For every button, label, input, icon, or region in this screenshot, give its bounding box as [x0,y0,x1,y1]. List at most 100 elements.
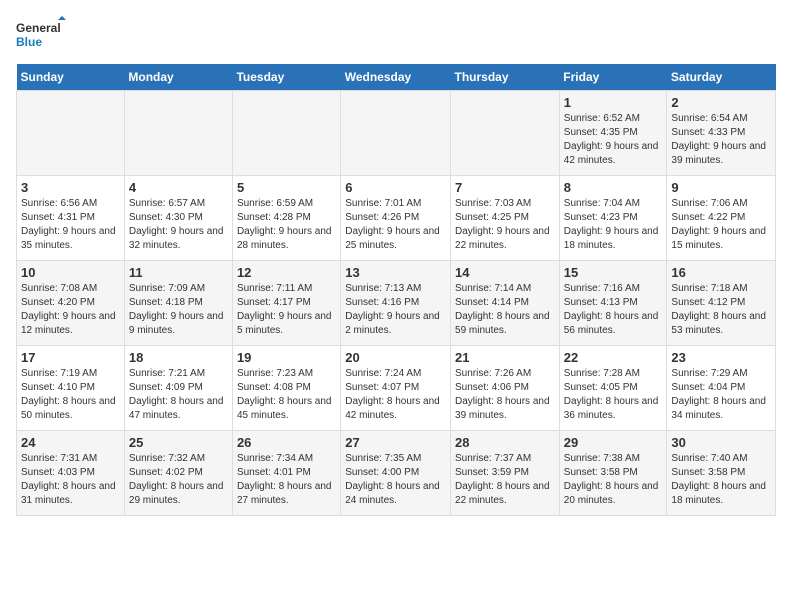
day-info: Sunrise: 7:31 AM Sunset: 4:03 PM Dayligh… [21,452,120,508]
calendar-cell [124,91,232,176]
calendar-week-1: 3 Sunrise: 6:56 AM Sunset: 4:31 PM Daylig… [17,176,776,261]
day-info: Sunrise: 6:52 AM Sunset: 4:35 PM Dayligh… [564,112,663,168]
calendar-cell: 16 Sunrise: 7:18 AM Sunset: 4:12 PM Dayli… [667,261,776,346]
calendar-body: 1 Sunrise: 6:52 AM Sunset: 4:35 PM Daylig… [17,91,776,516]
calendar-week-3: 17 Sunrise: 7:19 AM Sunset: 4:10 PM Dayli… [17,346,776,431]
page-header: General Blue [16,16,776,56]
calendar-cell: 18 Sunrise: 7:21 AM Sunset: 4:09 PM Dayli… [124,346,232,431]
header-saturday: Saturday [667,64,776,91]
calendar-cell: 28 Sunrise: 7:37 AM Sunset: 3:59 PM Dayli… [451,431,560,516]
calendar-cell [17,91,125,176]
day-info: Sunrise: 7:40 AM Sunset: 3:58 PM Dayligh… [671,452,771,508]
calendar-cell: 8 Sunrise: 7:04 AM Sunset: 4:23 PM Daylig… [559,176,667,261]
day-number: 10 [21,265,120,280]
calendar-cell: 4 Sunrise: 6:57 AM Sunset: 4:30 PM Daylig… [124,176,232,261]
day-info: Sunrise: 7:18 AM Sunset: 4:12 PM Dayligh… [671,282,771,338]
calendar-cell: 5 Sunrise: 6:59 AM Sunset: 4:28 PM Daylig… [232,176,340,261]
day-info: Sunrise: 7:14 AM Sunset: 4:14 PM Dayligh… [455,282,555,338]
day-number: 13 [345,265,446,280]
day-number: 30 [671,435,771,450]
day-info: Sunrise: 7:19 AM Sunset: 4:10 PM Dayligh… [21,367,120,423]
calendar-week-4: 24 Sunrise: 7:31 AM Sunset: 4:03 PM Dayli… [17,431,776,516]
day-number: 19 [237,350,336,365]
header-tuesday: Tuesday [232,64,340,91]
calendar-cell: 24 Sunrise: 7:31 AM Sunset: 4:03 PM Dayli… [17,431,125,516]
day-info: Sunrise: 7:03 AM Sunset: 4:25 PM Dayligh… [455,197,555,253]
header-row: SundayMondayTuesdayWednesdayThursdayFrid… [17,64,776,91]
day-info: Sunrise: 7:37 AM Sunset: 3:59 PM Dayligh… [455,452,555,508]
day-info: Sunrise: 7:28 AM Sunset: 4:05 PM Dayligh… [564,367,663,423]
header-thursday: Thursday [451,64,560,91]
calendar-cell: 19 Sunrise: 7:23 AM Sunset: 4:08 PM Dayli… [232,346,340,431]
day-number: 6 [345,180,446,195]
calendar-cell: 23 Sunrise: 7:29 AM Sunset: 4:04 PM Dayli… [667,346,776,431]
calendar-cell: 14 Sunrise: 7:14 AM Sunset: 4:14 PM Dayli… [451,261,560,346]
calendar-week-2: 10 Sunrise: 7:08 AM Sunset: 4:20 PM Dayli… [17,261,776,346]
day-number: 21 [455,350,555,365]
day-number: 3 [21,180,120,195]
header-sunday: Sunday [17,64,125,91]
day-info: Sunrise: 6:59 AM Sunset: 4:28 PM Dayligh… [237,197,336,253]
logo-svg: General Blue [16,16,66,56]
day-info: Sunrise: 7:29 AM Sunset: 4:04 PM Dayligh… [671,367,771,423]
calendar-cell: 27 Sunrise: 7:35 AM Sunset: 4:00 PM Dayli… [341,431,451,516]
day-info: Sunrise: 7:06 AM Sunset: 4:22 PM Dayligh… [671,197,771,253]
day-number: 1 [564,95,663,110]
calendar-table: SundayMondayTuesdayWednesdayThursdayFrid… [16,64,776,516]
day-number: 25 [129,435,228,450]
calendar-cell: 15 Sunrise: 7:16 AM Sunset: 4:13 PM Dayli… [559,261,667,346]
day-number: 26 [237,435,336,450]
calendar-cell: 7 Sunrise: 7:03 AM Sunset: 4:25 PM Daylig… [451,176,560,261]
day-number: 14 [455,265,555,280]
calendar-cell [451,91,560,176]
day-info: Sunrise: 7:08 AM Sunset: 4:20 PM Dayligh… [21,282,120,338]
day-number: 7 [455,180,555,195]
day-info: Sunrise: 6:56 AM Sunset: 4:31 PM Dayligh… [21,197,120,253]
day-info: Sunrise: 7:32 AM Sunset: 4:02 PM Dayligh… [129,452,228,508]
day-number: 4 [129,180,228,195]
calendar-cell: 30 Sunrise: 7:40 AM Sunset: 3:58 PM Dayli… [667,431,776,516]
day-number: 12 [237,265,336,280]
day-number: 11 [129,265,228,280]
calendar-cell: 26 Sunrise: 7:34 AM Sunset: 4:01 PM Dayli… [232,431,340,516]
day-info: Sunrise: 6:57 AM Sunset: 4:30 PM Dayligh… [129,197,228,253]
day-info: Sunrise: 7:11 AM Sunset: 4:17 PM Dayligh… [237,282,336,338]
day-number: 15 [564,265,663,280]
day-number: 18 [129,350,228,365]
calendar-cell: 10 Sunrise: 7:08 AM Sunset: 4:20 PM Dayli… [17,261,125,346]
day-number: 24 [21,435,120,450]
header-friday: Friday [559,64,667,91]
calendar-cell: 21 Sunrise: 7:26 AM Sunset: 4:06 PM Dayli… [451,346,560,431]
day-number: 28 [455,435,555,450]
day-number: 16 [671,265,771,280]
day-info: Sunrise: 7:26 AM Sunset: 4:06 PM Dayligh… [455,367,555,423]
calendar-cell [341,91,451,176]
header-wednesday: Wednesday [341,64,451,91]
day-info: Sunrise: 7:04 AM Sunset: 4:23 PM Dayligh… [564,197,663,253]
day-info: Sunrise: 7:24 AM Sunset: 4:07 PM Dayligh… [345,367,446,423]
calendar-cell: 6Sunrise: 7:01 AM Sunset: 4:26 PM Daylig… [341,176,451,261]
day-number: 23 [671,350,771,365]
day-info: Sunrise: 7:23 AM Sunset: 4:08 PM Dayligh… [237,367,336,423]
day-info: Sunrise: 7:38 AM Sunset: 3:58 PM Dayligh… [564,452,663,508]
calendar-cell: 1 Sunrise: 6:52 AM Sunset: 4:35 PM Daylig… [559,91,667,176]
day-info: Sunrise: 7:35 AM Sunset: 4:00 PM Dayligh… [345,452,446,508]
calendar-cell: 2Sunrise: 6:54 AM Sunset: 4:33 PM Daylig… [667,91,776,176]
day-info: Sunrise: 7:16 AM Sunset: 4:13 PM Dayligh… [564,282,663,338]
calendar-cell: 12 Sunrise: 7:11 AM Sunset: 4:17 PM Dayli… [232,261,340,346]
day-number: 8 [564,180,663,195]
day-number: 9 [671,180,771,195]
day-number: 5 [237,180,336,195]
day-info: Sunrise: 7:09 AM Sunset: 4:18 PM Dayligh… [129,282,228,338]
calendar-cell: 11 Sunrise: 7:09 AM Sunset: 4:18 PM Dayli… [124,261,232,346]
calendar-cell: 25 Sunrise: 7:32 AM Sunset: 4:02 PM Dayli… [124,431,232,516]
calendar-cell: 20 Sunrise: 7:24 AM Sunset: 4:07 PM Dayli… [341,346,451,431]
day-info: Sunrise: 7:21 AM Sunset: 4:09 PM Dayligh… [129,367,228,423]
day-info: Sunrise: 7:13 AM Sunset: 4:16 PM Dayligh… [345,282,446,338]
day-info: Sunrise: 7:34 AM Sunset: 4:01 PM Dayligh… [237,452,336,508]
day-number: 27 [345,435,446,450]
day-number: 20 [345,350,446,365]
day-number: 17 [21,350,120,365]
calendar-cell: 9 Sunrise: 7:06 AM Sunset: 4:22 PM Daylig… [667,176,776,261]
svg-text:Blue: Blue [16,35,42,49]
